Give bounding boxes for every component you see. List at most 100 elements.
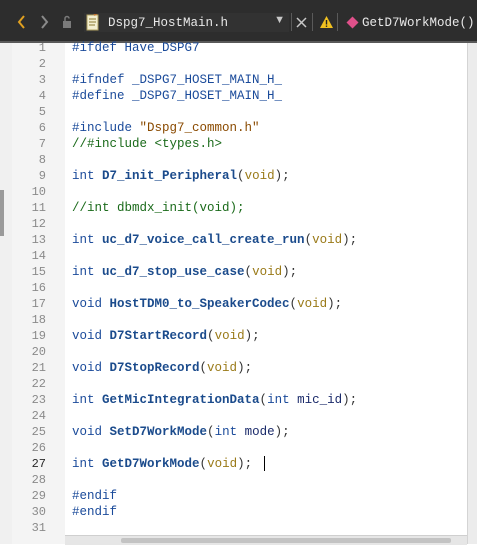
- line-number: 21: [31, 361, 46, 375]
- code-token: #ifdef Have_DSPG7: [72, 41, 200, 55]
- code-token: GetD7WorkMode: [102, 457, 200, 471]
- code-line: 1 #ifdef Have_DSPG7: [0, 40, 477, 56]
- code-line: 21 void D7StopRecord(void);: [0, 360, 477, 376]
- text-cursor: [264, 456, 265, 471]
- code-text: int D7_init_Peripheral(void);: [72, 168, 290, 184]
- line-number: 15: [31, 265, 46, 279]
- code-token: void: [297, 297, 328, 311]
- line-number: 8: [38, 153, 46, 167]
- separator: [312, 13, 313, 31]
- code-token: #endif: [72, 489, 118, 503]
- code-token: mode: [244, 425, 275, 439]
- code-token: uc_d7_stop_use_case: [102, 265, 245, 279]
- line-number: 7: [38, 137, 46, 151]
- code-text: int uc_d7_stop_use_case(void);: [72, 264, 297, 280]
- line-number: 26: [31, 441, 46, 455]
- code-token: void: [72, 361, 110, 375]
- code-line: 26: [0, 440, 477, 456]
- code-token: #ifndef _DSPG7_HOSET_MAIN_H_: [72, 73, 283, 87]
- code-line: 27 int GetD7WorkMode(void);: [0, 456, 477, 472]
- code-line: 30 #endif: [0, 504, 477, 520]
- code-token: void: [207, 361, 238, 375]
- code-token: void: [244, 169, 275, 183]
- file-selector-dropdown[interactable]: Dspg7_HostMain.h ▼: [84, 11, 289, 32]
- code-line: 31: [0, 520, 477, 536]
- code-line: 2: [0, 56, 477, 72]
- code-token: int: [72, 393, 103, 407]
- line-number: 10: [31, 185, 46, 199]
- line-number: 20: [31, 345, 46, 359]
- code-text: void D7StopRecord(void);: [72, 360, 252, 376]
- code-token: D7_init_Peripheral: [102, 169, 238, 183]
- line-number: 9: [38, 169, 46, 183]
- code-text: //int dbmdx_init(void);: [72, 200, 245, 216]
- code-token: void: [312, 233, 343, 247]
- code-token: );: [244, 329, 260, 343]
- code-text: //#include <types.h>: [72, 136, 222, 152]
- line-number: 27: [31, 457, 46, 471]
- code-token: void: [72, 329, 110, 343]
- document-icon: [86, 11, 100, 36]
- code-token: mic_id: [297, 393, 343, 407]
- line-number: 6: [38, 121, 46, 135]
- code-token: );: [237, 361, 253, 375]
- chevron-right-icon[interactable]: [37, 11, 51, 33]
- code-token: (: [259, 393, 268, 407]
- close-icon[interactable]: [294, 11, 308, 33]
- code-token: int: [72, 457, 103, 471]
- code-token: #define _DSPG7_HOSET_MAIN_H_: [72, 89, 283, 103]
- code-token: void: [207, 457, 238, 471]
- code-line: 18: [0, 312, 477, 328]
- line-number: 17: [31, 297, 46, 311]
- separator: [337, 13, 338, 31]
- code-line: 13 int uc_d7_voice_call_create_run(void);: [0, 232, 477, 248]
- lock-icon[interactable]: [60, 11, 74, 33]
- code-line: 17 void HostTDM0_to_SpeakerCodec(void);: [0, 296, 477, 312]
- line-number: 2: [38, 57, 46, 71]
- chevron-left-icon[interactable]: [15, 11, 29, 33]
- code-line: 23 int GetMicIntegrationData(int mic_id);: [0, 392, 477, 408]
- code-token: (: [207, 425, 215, 439]
- scrollbar-thumb[interactable]: [121, 538, 451, 543]
- code-line: 9 int D7_init_Peripheral(void);: [0, 168, 477, 184]
- code-token: //int dbmdx_init(void);: [72, 201, 245, 215]
- code-line: 15 int uc_d7_stop_use_case(void);: [0, 264, 477, 280]
- code-line: 24: [0, 408, 477, 424]
- code-line: 22: [0, 376, 477, 392]
- code-token: (: [237, 169, 245, 183]
- line-number: 29: [31, 489, 46, 503]
- code-line: 7 //#include <types.h>: [0, 136, 477, 152]
- code-token: );: [274, 425, 290, 439]
- code-line: 3 #ifndef _DSPG7_HOSET_MAIN_H_: [0, 72, 477, 88]
- separator: [291, 13, 292, 31]
- code-token: HostTDM0_to_SpeakerCodec: [109, 297, 290, 311]
- code-line: 5: [0, 104, 477, 120]
- function-selector-dropdown[interactable]: GetD7WorkMode() ->: [344, 13, 477, 32]
- code-token: #include: [72, 121, 140, 135]
- code-token: D7StartRecord: [109, 329, 208, 343]
- code-text: #define _DSPG7_HOSET_MAIN_H_: [72, 88, 282, 104]
- code-line: 4 #define _DSPG7_HOSET_MAIN_H_: [0, 88, 477, 104]
- code-token: GetMicIntegrationData: [102, 393, 260, 407]
- line-number: 12: [31, 217, 46, 231]
- code-line: 12: [0, 216, 477, 232]
- code-token: void: [252, 265, 283, 279]
- code-token: (: [199, 457, 208, 471]
- code-token: );: [327, 297, 343, 311]
- code-token: );: [342, 393, 358, 407]
- code-text: void D7StartRecord(void);: [72, 328, 260, 344]
- code-token: int: [72, 233, 103, 247]
- code-token: int: [72, 265, 103, 279]
- warning-icon[interactable]: [318, 11, 334, 33]
- code-line: 6 #include "Dspg7_common.h": [0, 120, 477, 136]
- code-text: int GetD7WorkMode(void);: [72, 456, 252, 472]
- code-token: D7StopRecord: [109, 361, 200, 375]
- code-token: (: [304, 233, 313, 247]
- line-number: 16: [31, 281, 46, 295]
- code-text: #ifndef _DSPG7_HOSET_MAIN_H_: [72, 72, 282, 88]
- code-token: uc_d7_voice_call_create_run: [102, 233, 305, 247]
- code-token: int: [214, 425, 245, 439]
- line-number: 19: [31, 329, 46, 343]
- code-text: void HostTDM0_to_SpeakerCodec(void);: [72, 296, 342, 312]
- code-token: );: [282, 265, 298, 279]
